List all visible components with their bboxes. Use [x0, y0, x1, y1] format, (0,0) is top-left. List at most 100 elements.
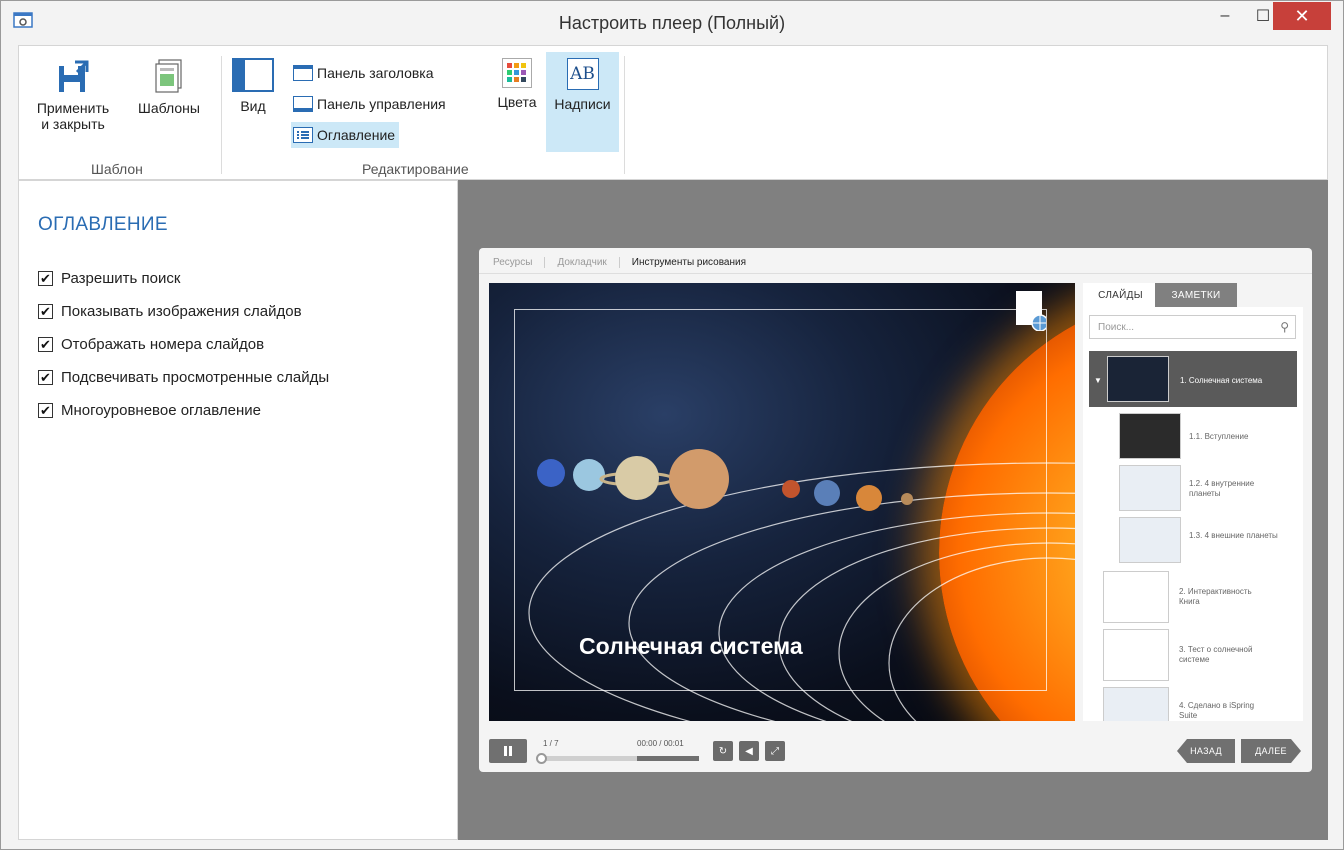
- apply-close-label-1: Применить: [36, 100, 110, 116]
- toc-label: 1.2. 4 внутренние планеты: [1189, 479, 1255, 498]
- toc-item-4[interactable]: 4. Сделано в iSpring Suite: [1103, 687, 1297, 721]
- close-button[interactable]: ✕: [1273, 2, 1331, 30]
- toc-label: Оглавление: [317, 127, 396, 143]
- colors-button[interactable]: Цвета: [489, 52, 545, 152]
- ribbon: Применить и закрыть Шаблоны Шаблон Вид П…: [18, 45, 1328, 180]
- control-panel-button[interactable]: Панель управления: [291, 91, 450, 117]
- control-panel-label: Панель управления: [317, 96, 446, 112]
- toc-item-1[interactable]: ▼ 1. Солнечная система: [1089, 351, 1297, 407]
- toc-label: 2. Интерактивность Книга: [1179, 587, 1252, 606]
- toc-label: 3. Тест о солнечной системе: [1179, 645, 1253, 664]
- control-panel-icon: [293, 96, 313, 112]
- slide-thumbnail: [1119, 413, 1181, 459]
- title-panel-button[interactable]: Панель заголовка: [291, 60, 438, 86]
- slides-list: Поиск... ⚲ ▼ 1. Солнечная система 1.1. В…: [1083, 307, 1303, 721]
- view-label: Вид: [240, 98, 266, 114]
- option-allow-search[interactable]: ✔ Разрешить поиск: [38, 268, 180, 288]
- option-label: Показывать изображения слайдов: [61, 302, 302, 320]
- replay-icon[interactable]: ↻: [713, 741, 733, 761]
- progress-handle[interactable]: [536, 753, 547, 764]
- toc-label: 1.3. 4 внешние планеты: [1189, 531, 1278, 540]
- back-button[interactable]: НАЗАД: [1177, 739, 1235, 763]
- toc-list-icon: [293, 127, 313, 143]
- tab-drawing-tools[interactable]: Инструменты рисования: [620, 257, 758, 268]
- toc-item-1-2[interactable]: 1.2. 4 внутренние планеты: [1119, 465, 1297, 521]
- view-layout-icon: [232, 58, 274, 92]
- player-controls: 1 / 7 00:00 / 00:01 ↻ ◀ ⤢ НАЗАД ДАЛЕЕ: [479, 731, 1312, 772]
- option-highlight-viewed[interactable]: ✔ Подсвечивать просмотренные слайды: [38, 367, 329, 387]
- section-title: ОГЛАВЛЕНИЕ: [38, 214, 168, 235]
- toc-item-2[interactable]: 2. Интерактивность Книга: [1103, 571, 1297, 627]
- app-window: Настроить плеер (Полный) – ☐ ✕ Применить…: [0, 0, 1344, 850]
- toc-item-1-1[interactable]: 1.1. Вступление: [1119, 413, 1297, 469]
- title-panel-icon: [293, 65, 313, 81]
- search-icon: ⚲: [1280, 320, 1289, 334]
- option-multilevel[interactable]: ✔ Многоуровневое оглавление: [38, 400, 261, 420]
- toc-item-1-3[interactable]: 1.3. 4 внешние планеты: [1119, 517, 1297, 573]
- expand-arrow-icon: ▼: [1094, 376, 1102, 385]
- slide-title: Солнечная система: [579, 633, 803, 659]
- view-button[interactable]: Вид: [229, 52, 277, 152]
- tab-presenter[interactable]: Докладчик: [545, 256, 620, 268]
- group-template-label: Шаблон: [91, 161, 143, 177]
- tab-resources[interactable]: Ресурсы: [493, 256, 546, 268]
- captions-label: Надписи: [554, 96, 611, 112]
- checkbox[interactable]: ✔: [38, 336, 53, 352]
- slide-view: Солнечная система: [489, 283, 1075, 721]
- toc-item-3[interactable]: 3. Тест о солнечной системе: [1103, 629, 1297, 685]
- checkbox[interactable]: ✔: [38, 303, 53, 319]
- ribbon-separator: [624, 56, 625, 174]
- toc-button[interactable]: Оглавление: [291, 122, 400, 148]
- option-label: Разрешить поиск: [61, 269, 181, 287]
- fullscreen-icon[interactable]: ⤢: [765, 741, 785, 761]
- slide-counter: 1 / 7: [543, 739, 559, 748]
- checkbox[interactable]: ✔: [38, 270, 53, 286]
- slide-thumbnail: [1103, 687, 1169, 721]
- templates-button[interactable]: Шаблоны: [123, 52, 215, 152]
- window-title: Настроить плеер (Полный): [558, 13, 786, 33]
- option-label: Отображать номера слайдов: [61, 335, 265, 353]
- slide-thumbnail: [1119, 465, 1181, 511]
- slide-thumbnail: [1119, 517, 1181, 563]
- pause-icon: [504, 746, 512, 756]
- volume-icon[interactable]: ◀: [739, 741, 759, 761]
- checkbox[interactable]: ✔: [38, 369, 53, 385]
- tab-slides[interactable]: СЛАЙДЫ: [1083, 283, 1158, 307]
- search-placeholder: Поиск...: [1098, 322, 1135, 333]
- divider: [479, 273, 1312, 274]
- toc-label: 1.1. Вступление: [1189, 432, 1249, 441]
- pause-button[interactable]: [489, 739, 527, 763]
- apply-close-label-2: и закрыть: [41, 116, 105, 132]
- search-input[interactable]: Поиск... ⚲: [1089, 315, 1296, 339]
- player-sidebar: СЛАЙДЫ ЗАМЕТКИ Поиск... ⚲ ▼ 1. Солнечная…: [1083, 283, 1303, 721]
- checkbox[interactable]: ✔: [38, 402, 53, 418]
- options-panel: ОГЛАВЛЕНИЕ ✔ Разрешить поиск ✔ Показыват…: [18, 180, 458, 840]
- captions-button[interactable]: AB Надписи: [546, 52, 619, 152]
- tab-notes[interactable]: ЗАМЕТКИ: [1155, 283, 1237, 307]
- group-edit-label: Редактирование: [362, 161, 469, 177]
- document-globe-icon: [1016, 291, 1046, 331]
- toc-label: 4. Сделано в iSpring Suite: [1179, 701, 1255, 720]
- option-label: Подсвечивать просмотренные слайды: [61, 368, 330, 386]
- templates-icon: [155, 59, 182, 93]
- option-label: Многоуровневое оглавление: [61, 401, 262, 419]
- templates-label: Шаблоны: [138, 100, 200, 116]
- option-show-numbers[interactable]: ✔ Отображать номера слайдов: [38, 334, 264, 354]
- slide-thumbnail: [1103, 571, 1169, 623]
- captions-icon: AB: [566, 58, 599, 90]
- title-panel-label: Панель заголовка: [317, 65, 434, 81]
- ribbon-separator: [221, 56, 222, 174]
- progress-buffer: [637, 756, 699, 761]
- slide-thumbnail: [1107, 356, 1169, 402]
- slide-thumbnail: [1103, 629, 1169, 681]
- progress-bar[interactable]: [536, 753, 699, 764]
- player-top-tabs: Ресурсы Докладчик Инструменты рисования: [493, 254, 758, 270]
- option-show-thumbnails[interactable]: ✔ Показывать изображения слайдов: [38, 301, 302, 321]
- apply-close-button[interactable]: Применить и закрыть: [23, 52, 123, 152]
- next-button[interactable]: ДАЛЕЕ: [1241, 739, 1301, 763]
- colors-palette-icon: [502, 58, 532, 88]
- title-bar: Настроить плеер (Полный) – ☐ ✕: [1, 1, 1343, 45]
- save-icon: [59, 60, 89, 92]
- colors-label: Цвета: [497, 94, 537, 110]
- time-display: 00:00 / 00:01: [637, 739, 684, 748]
